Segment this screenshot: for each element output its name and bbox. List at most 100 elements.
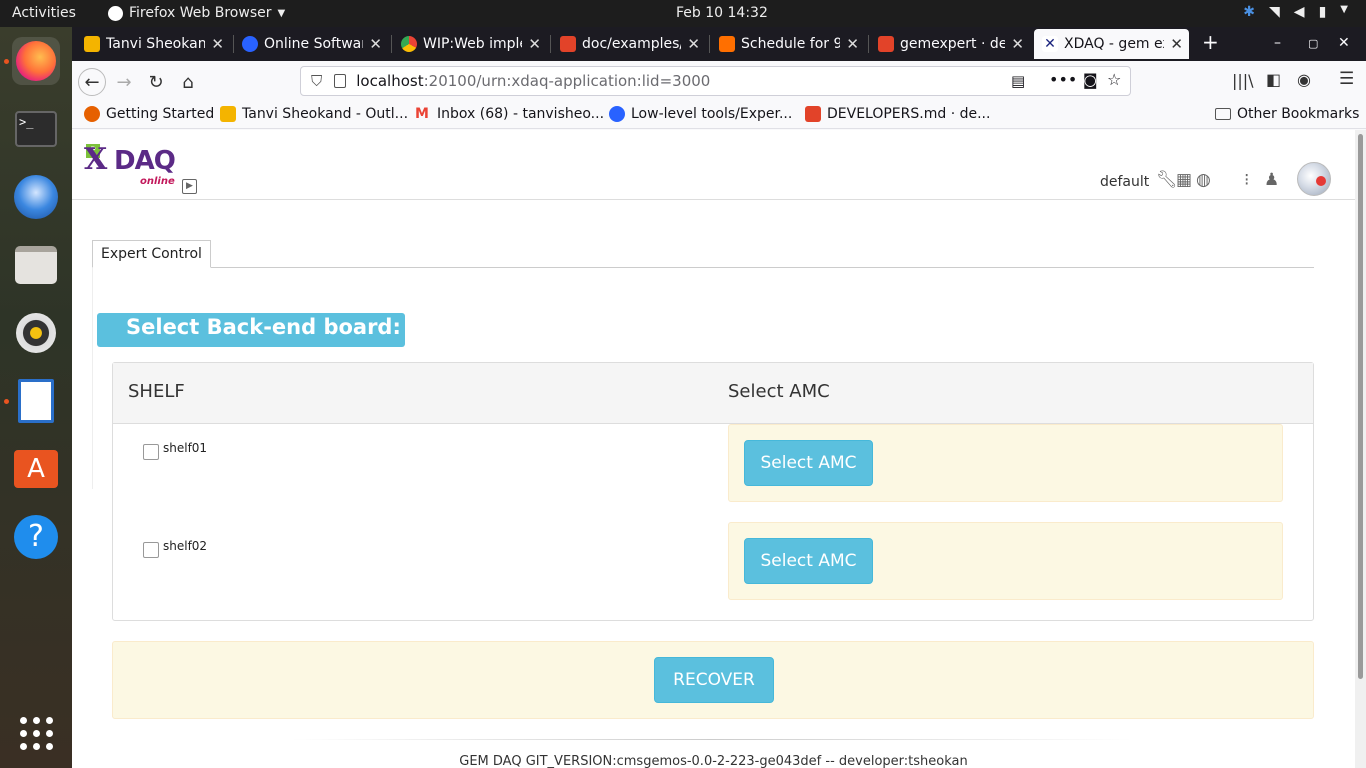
tab-outlook[interactable]: Tanvi Sheokand ✕ bbox=[76, 29, 230, 59]
grid-apps-icon[interactable]: ▦ bbox=[1176, 170, 1192, 190]
help-icon[interactable]: ? bbox=[12, 513, 60, 561]
software-shape: A bbox=[14, 450, 58, 488]
terminal-icon[interactable]: >_ bbox=[12, 105, 60, 153]
show-apps-icon[interactable] bbox=[12, 709, 60, 757]
select-amc-button[interactable]: Select AMC bbox=[744, 538, 873, 584]
close-icon[interactable]: ✕ bbox=[846, 35, 859, 53]
tab-label: Tanvi Sheokand bbox=[106, 36, 206, 52]
close-icon[interactable]: ✕ bbox=[211, 35, 224, 53]
new-tab-plus-icon[interactable]: + bbox=[1202, 30, 1219, 54]
minimize-icon[interactable]: – bbox=[1274, 35, 1281, 51]
select-amc-button[interactable]: Select AMC bbox=[744, 440, 873, 486]
tab-divider bbox=[92, 267, 1314, 268]
running-indicator bbox=[4, 399, 9, 404]
home-icon[interactable]: ⌂ bbox=[174, 68, 202, 96]
logo-daq: DAQ bbox=[114, 146, 176, 176]
footer-divider bbox=[292, 739, 1132, 740]
play-icon[interactable]: ▶ bbox=[182, 179, 197, 194]
more-actions-icon[interactable]: ••• bbox=[1049, 70, 1077, 89]
firefox-window: Tanvi Sheokand ✕ Online Softwar ✕ WIP:We… bbox=[72, 27, 1366, 768]
bookmark-developers-md[interactable]: DEVELOPERS.md · de... bbox=[805, 106, 990, 122]
tab-doc-examples[interactable]: doc/examples/ ✕ bbox=[552, 29, 706, 59]
back-arrow-icon[interactable]: ← bbox=[78, 68, 106, 96]
recover-button[interactable]: RECOVER bbox=[654, 657, 774, 703]
wrench-icon[interactable]: 🔧︎ bbox=[1156, 170, 1178, 190]
bookmark-low-level-tools[interactable]: Low-level tools/Exper... bbox=[609, 106, 792, 122]
help-shape: ? bbox=[14, 515, 58, 559]
user-icon[interactable]: ♟ bbox=[1264, 170, 1279, 190]
rhythmbox-icon[interactable] bbox=[12, 309, 60, 357]
clock[interactable]: Feb 10 14:32 bbox=[676, 5, 768, 21]
avatar[interactable] bbox=[1297, 162, 1331, 196]
tab-wip-web[interactable]: WIP:Web imple ✕ bbox=[393, 29, 547, 59]
close-icon[interactable]: ✕ bbox=[1170, 35, 1183, 53]
window-close-icon[interactable]: ✕ bbox=[1338, 35, 1350, 51]
close-icon[interactable]: ✕ bbox=[1011, 35, 1024, 53]
tab-label: gemexpert · de bbox=[900, 36, 1006, 52]
close-icon[interactable]: ✕ bbox=[687, 35, 700, 53]
pocket-icon[interactable]: ◙ bbox=[1083, 71, 1098, 89]
xdaq-logo[interactable]: P X DAQ online bbox=[84, 142, 184, 188]
forward-arrow-icon[interactable]: → bbox=[110, 68, 138, 96]
shelf-checkbox[interactable] bbox=[143, 542, 159, 558]
schedule-favicon-icon bbox=[719, 36, 735, 52]
online-software-favicon-icon bbox=[242, 36, 258, 52]
table-row: shelf01 Select AMC bbox=[113, 424, 1313, 522]
shelf-label: shelf02 bbox=[163, 539, 208, 553]
footer-version: GEM DAQ GIT_VERSION:cmsgemos-0.0-2-223-g… bbox=[459, 754, 968, 768]
system-tray[interactable]: ✱ ◥ ◀ ▮ ▼ bbox=[1243, 4, 1348, 20]
library-icon[interactable]: |||\ bbox=[1232, 71, 1254, 90]
shelf-checkbox[interactable] bbox=[143, 444, 159, 460]
thunderbird-icon[interactable] bbox=[12, 173, 60, 221]
bookmark-label: Tanvi Sheokand - Outl... bbox=[242, 106, 409, 122]
table-header: SHELF Select AMC bbox=[113, 363, 1313, 424]
firefox-icon[interactable] bbox=[12, 37, 60, 85]
close-icon[interactable]: ✕ bbox=[528, 35, 541, 53]
tab-separator bbox=[709, 35, 710, 53]
scrollbar-thumb[interactable] bbox=[1358, 134, 1363, 679]
gmail-bookmark-icon: M bbox=[415, 106, 429, 122]
globe-icon[interactable]: ◍ bbox=[1196, 170, 1211, 190]
reader-view-icon[interactable]: ▤ bbox=[1011, 72, 1025, 90]
thunderbird-shape bbox=[14, 175, 58, 219]
reload-icon[interactable]: ↻ bbox=[142, 68, 170, 96]
tab-separator bbox=[550, 35, 551, 53]
outlook-bookmark-icon bbox=[220, 106, 236, 122]
hamburger-menu-icon[interactable]: ☰ bbox=[1339, 69, 1354, 89]
firefox-small-icon bbox=[108, 5, 123, 21]
page-info-icon bbox=[334, 74, 347, 88]
bookmark-label: DEVELOPERS.md · de... bbox=[827, 106, 991, 122]
activities-button[interactable]: Activities bbox=[12, 5, 76, 21]
tab-schedule[interactable]: Schedule for 90 ✕ bbox=[711, 29, 865, 59]
maximize-icon[interactable]: ▢ bbox=[1308, 37, 1318, 50]
app-menu[interactable]: Firefox Web Browser ▼ bbox=[108, 5, 285, 21]
close-icon[interactable]: ✕ bbox=[369, 35, 382, 53]
tab-panel-border bbox=[92, 267, 93, 489]
tab-online-software[interactable]: Online Softwar ✕ bbox=[234, 29, 388, 59]
bookmark-star-icon[interactable]: ☆ bbox=[1107, 70, 1121, 89]
tab-separator bbox=[868, 35, 869, 53]
network-icon[interactable]: ⁝ bbox=[1244, 170, 1249, 190]
other-bookmarks[interactable]: Other Bookmarks bbox=[1215, 106, 1359, 122]
rhythmbox-shape bbox=[16, 313, 56, 353]
bookmark-getting-started[interactable]: Getting Started bbox=[84, 106, 214, 122]
bookmark-outlook[interactable]: Tanvi Sheokand - Outl... bbox=[220, 106, 408, 122]
app-menu-label: Firefox Web Browser bbox=[129, 5, 272, 21]
sidebar-icon[interactable]: ◧ bbox=[1266, 70, 1281, 89]
power-menu-icon: ▼ bbox=[1340, 4, 1348, 15]
bookmark-inbox[interactable]: M Inbox (68) - tanvisheo... bbox=[415, 106, 604, 122]
logo-x: X bbox=[84, 142, 108, 177]
writer-shape bbox=[18, 379, 54, 423]
shelf-label: shelf01 bbox=[163, 441, 208, 455]
software-center-icon[interactable]: A bbox=[12, 445, 60, 493]
tab-gemexpert[interactable]: gemexpert · de ✕ bbox=[870, 29, 1030, 59]
nav-toolbar: ← → ↻ ⌂ ⛉ localhost :20100/urn:xdaq-appl… bbox=[72, 61, 1366, 101]
files-icon[interactable] bbox=[12, 241, 60, 289]
libreoffice-writer-icon[interactable] bbox=[12, 377, 60, 425]
tab-expert-control[interactable]: Expert Control bbox=[92, 240, 211, 268]
url-bar[interactable]: ⛉ localhost :20100/urn:xdaq-application:… bbox=[300, 66, 1131, 96]
page-scrollbar[interactable] bbox=[1355, 130, 1366, 768]
url-path: :20100/urn:xdaq-application:lid=3000 bbox=[423, 72, 711, 90]
account-icon[interactable]: ◉ bbox=[1297, 70, 1311, 89]
tab-xdaq[interactable]: ✕ XDAQ - gem ex ✕ bbox=[1034, 29, 1189, 59]
